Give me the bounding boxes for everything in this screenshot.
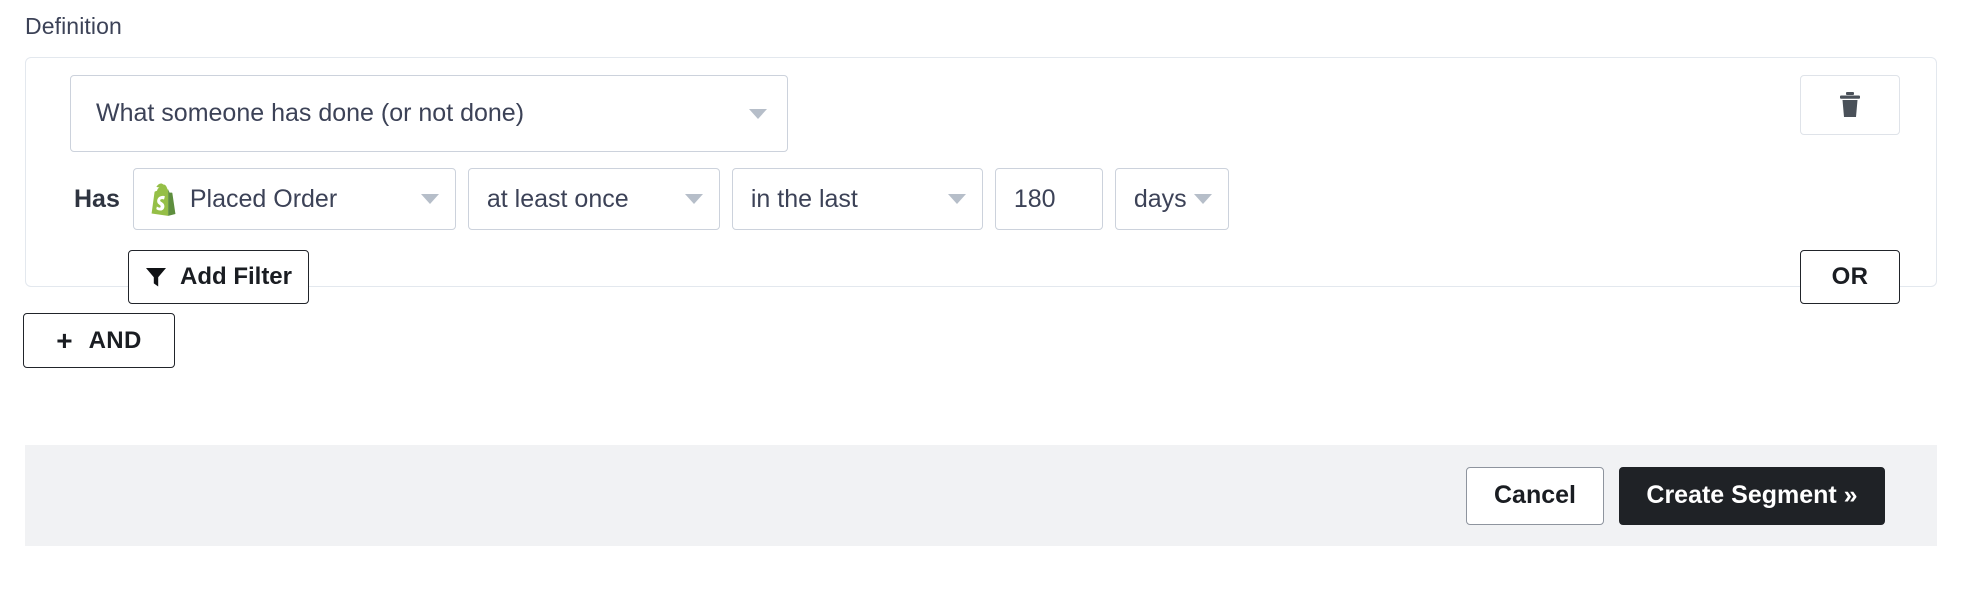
- cancel-button[interactable]: Cancel: [1466, 466, 1604, 525]
- filter-funnel-icon: [146, 268, 166, 287]
- create-segment-label: Create Segment »: [1646, 481, 1858, 509]
- amount-value: 180: [1013, 184, 1056, 213]
- delete-condition-button[interactable]: [1800, 75, 1900, 135]
- metric-value: Placed Order: [189, 184, 338, 213]
- or-button[interactable]: OR: [1800, 250, 1900, 304]
- timeframe-select[interactable]: in the last: [731, 168, 983, 230]
- page-title: Definition: [25, 13, 122, 39]
- or-label: OR: [1831, 263, 1869, 290]
- chevron-down-icon: [749, 108, 767, 119]
- amount-input[interactable]: 180: [994, 168, 1103, 230]
- metric-select[interactable]: Placed Order: [132, 168, 456, 230]
- plus-icon: +: [56, 324, 73, 356]
- unit-value: days: [1133, 184, 1187, 213]
- operator-value: at least once: [486, 184, 629, 213]
- create-segment-button[interactable]: Create Segment »: [1619, 466, 1885, 525]
- add-and-group-button[interactable]: + AND: [23, 313, 175, 368]
- chevron-down-icon: [684, 194, 703, 204]
- filter-row: Has Placed Order at least once in the la…: [54, 168, 1241, 230]
- add-filter-label: Add Filter: [180, 263, 292, 290]
- chevron-down-icon: [1193, 194, 1212, 204]
- operator-select[interactable]: at least once: [467, 168, 720, 230]
- cancel-label: Cancel: [1494, 481, 1576, 509]
- trash-icon: [1840, 92, 1860, 117]
- chevron-down-icon: [947, 194, 966, 204]
- footer-bar: Cancel Create Segment »: [25, 445, 1937, 546]
- segment-definition-screen: Definition What someone has done (or not…: [0, 0, 1962, 596]
- unit-select[interactable]: days: [1114, 168, 1229, 230]
- condition-type-select[interactable]: What someone has done (or not done): [70, 75, 788, 152]
- has-label: Has: [74, 184, 120, 213]
- definition-panel: What someone has done (or not done) Has …: [25, 57, 1937, 304]
- chevron-down-icon: [420, 194, 439, 204]
- and-label: AND: [88, 326, 142, 354]
- add-filter-button[interactable]: Add Filter: [128, 250, 309, 304]
- condition-type-value: What someone has done (or not done): [96, 99, 525, 127]
- shopify-icon: [151, 182, 176, 216]
- timeframe-value: in the last: [750, 184, 858, 213]
